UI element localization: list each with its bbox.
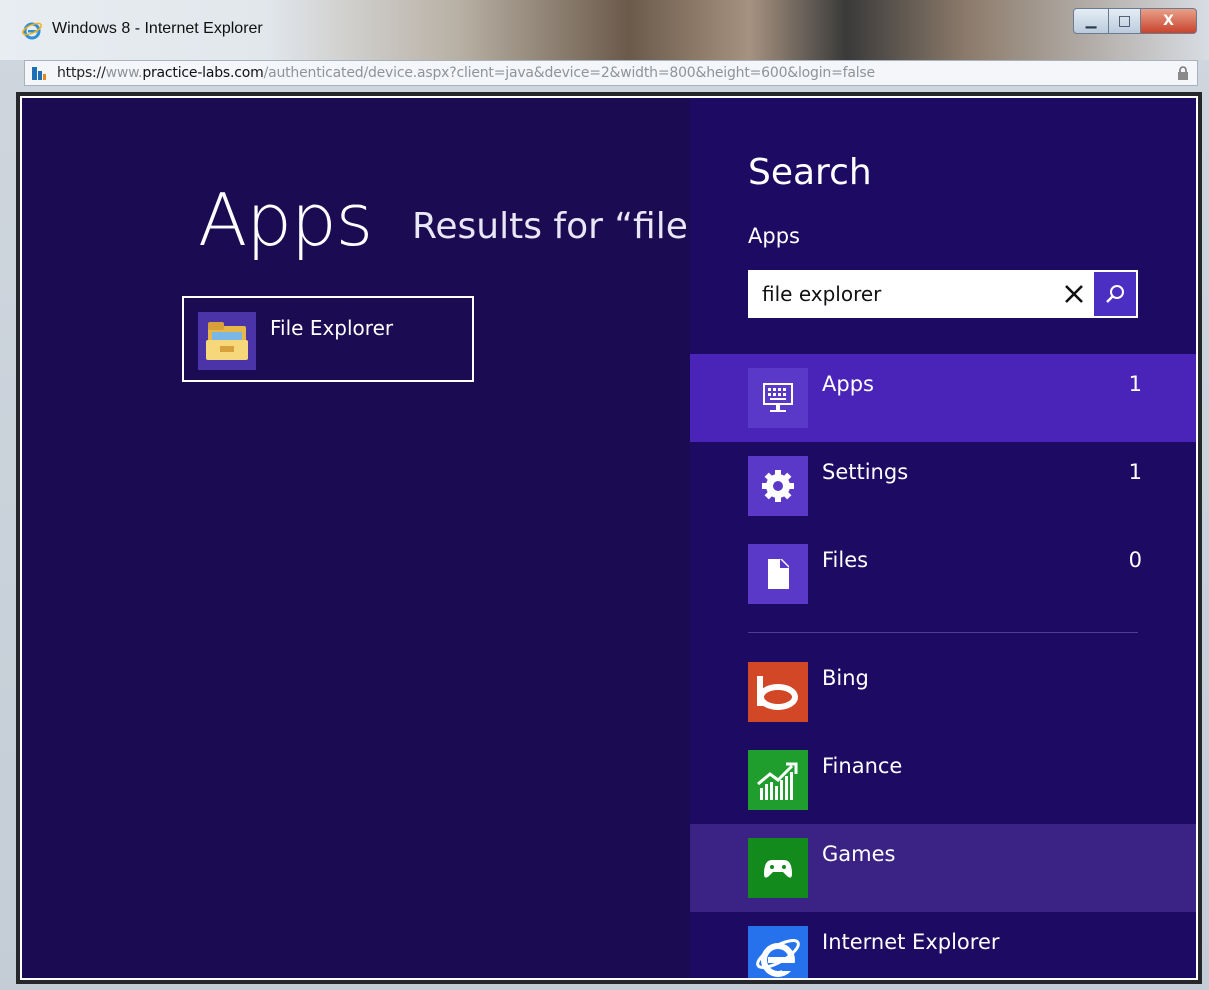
app-games[interactable]: Games xyxy=(690,824,1196,912)
divider xyxy=(748,632,1138,633)
category-count: 1 xyxy=(1128,460,1142,484)
close-button[interactable]: X xyxy=(1141,8,1197,34)
category-label: Files xyxy=(822,548,869,572)
url-path: /authenticated/device.aspx?client=java&d… xyxy=(263,65,876,81)
category-count: 1 xyxy=(1128,372,1142,396)
window-title: Windows 8 - Internet Explorer xyxy=(52,20,263,37)
internet-explorer-icon xyxy=(748,926,808,978)
maximize-button[interactable]: □ xyxy=(1109,8,1141,34)
app-label: Bing xyxy=(822,666,869,690)
windows-start-screen: Apps Results for “file e File Explorer S… xyxy=(20,96,1198,980)
url-host: practice-labs.com xyxy=(142,65,264,81)
finance-chart-icon xyxy=(748,750,808,810)
search-title: Search xyxy=(748,152,872,193)
app-internet-explorer[interactable]: Internet Explorer xyxy=(690,912,1196,978)
results-for-text: Results for “file e xyxy=(412,206,722,247)
address-bar[interactable]: https://www.practice-labs.com/authentica… xyxy=(24,60,1198,86)
page-title: Apps xyxy=(198,178,373,262)
search-scope-dropdown[interactable]: Apps xyxy=(748,224,800,248)
app-bing[interactable]: Bing xyxy=(690,648,1196,736)
site-favicon-icon xyxy=(32,67,46,80)
category-label: Apps xyxy=(822,372,874,396)
bing-icon xyxy=(748,662,808,722)
app-label: Games xyxy=(822,842,896,866)
title-bar[interactable]: Windows 8 - Internet Explorer ▁ □ X xyxy=(0,0,1209,60)
search-charm-pane: Search Apps file explorer Apps 1 Setting… xyxy=(690,98,1196,978)
category-label: Settings xyxy=(822,460,909,484)
category-apps[interactable]: Apps 1 xyxy=(690,354,1196,442)
url-scheme: https:// xyxy=(57,65,106,81)
search-icon[interactable] xyxy=(1094,272,1136,316)
folder-icon xyxy=(198,312,256,370)
gamepad-icon xyxy=(748,838,808,898)
minimize-button[interactable]: ▁ xyxy=(1073,8,1109,34)
window-controls: ▁ □ X xyxy=(1073,8,1197,36)
category-settings[interactable]: Settings 1 xyxy=(690,442,1196,530)
internet-explorer-icon xyxy=(22,22,42,40)
category-files[interactable]: Files 0 xyxy=(690,530,1196,618)
document-icon xyxy=(748,544,808,604)
clear-icon[interactable] xyxy=(1054,270,1094,318)
search-input[interactable] xyxy=(748,270,1062,318)
app-label: Finance xyxy=(822,754,903,778)
lock-icon xyxy=(1178,66,1188,80)
url-prefix: www. xyxy=(105,65,143,81)
url-text[interactable]: https://www.practice-labs.com/authentica… xyxy=(57,65,875,81)
gear-icon xyxy=(748,456,808,516)
search-box xyxy=(748,270,1138,318)
app-finance[interactable]: Finance xyxy=(690,736,1196,824)
category-count: 0 xyxy=(1128,548,1142,572)
browser-window: Windows 8 - Internet Explorer ▁ □ X http… xyxy=(0,0,1209,990)
result-file-explorer[interactable]: File Explorer xyxy=(182,296,474,382)
keyboard-monitor-icon xyxy=(748,368,808,428)
result-label: File Explorer xyxy=(270,316,394,340)
app-label: Internet Explorer xyxy=(822,930,1000,954)
